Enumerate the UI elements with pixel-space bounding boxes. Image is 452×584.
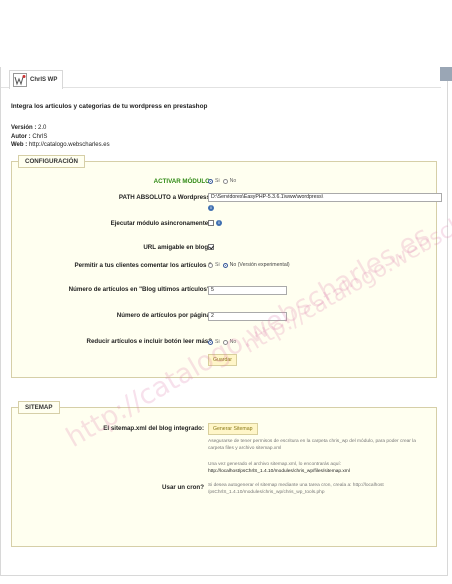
comments-yes-label: Si (215, 262, 220, 268)
comments-label: Permitir a tus clientes comentar los art… (74, 262, 212, 269)
info-icon[interactable]: i (216, 220, 222, 226)
config-fieldset: CONFIGURACIÓN ACTIVAR MÓDULO: Si No PATH… (11, 155, 442, 378)
info-icon[interactable]: i (208, 205, 214, 211)
sitemap-permissions-note: Asegurarse de tener permisos de escritur… (208, 439, 416, 451)
path-input[interactable]: D:\Servidores\EasyPHP-5.3.6.1\www\wordpr… (208, 193, 442, 202)
reducir-yes-radio[interactable] (208, 339, 213, 345)
reducir-no-label: No (229, 339, 237, 345)
config-legend: CONFIGURACIÓN (18, 155, 85, 168)
module-header-tab: ChrlS WP (9, 70, 63, 89)
reducir-no-radio[interactable] (222, 339, 228, 345)
async-label: Ejecutar módulo asincronamente? (110, 220, 212, 227)
sitemap-legend: SITEMAP (18, 401, 60, 414)
comments-no-radio[interactable] (222, 262, 228, 268)
module-header-bar (1, 67, 441, 88)
reducir-options: Si No (208, 339, 239, 345)
num-pagina-label: Número de artículos por página: (116, 312, 212, 319)
reducir-yes-label: Si (215, 339, 220, 345)
scrollbar-handle[interactable] (440, 67, 452, 81)
web-label: Web : (11, 142, 28, 148)
path-label: PATH ABSOLUTO a Wordpress: (118, 194, 212, 201)
activar-no-radio[interactable] (222, 178, 228, 184)
web-value: http://catalogo.webscharles.es (28, 142, 110, 148)
module-title: ChrlS WP (30, 77, 58, 83)
module-meta: Versión : 2.0 Autor : ChrlS Web : http:/… (11, 124, 110, 150)
version-value: 2.0 (38, 125, 47, 131)
url-options (208, 244, 214, 250)
comments-no-label: No (Versión experimental) (229, 262, 290, 268)
activar-yes-radio[interactable] (208, 178, 213, 184)
module-description: Integra los articulos y categorias de tu… (11, 103, 208, 110)
async-checkbox[interactable] (208, 220, 214, 226)
activar-options: Si No (208, 178, 239, 184)
cron-note: Si desea autogenerar el sitemap mediante… (208, 483, 384, 495)
reducir-label: Reducir artículos e incluir botón leer m… (86, 338, 213, 345)
comments-yes-radio[interactable] (208, 262, 213, 268)
num-ultimos-input[interactable]: 5 (208, 286, 287, 295)
activar-yes-label: Si (215, 178, 220, 184)
url-checkbox[interactable] (208, 244, 214, 250)
comments-options: Si No (Versión experimental) (208, 262, 293, 268)
module-panel: ChrlS WP Integra los articulos y categor… (0, 67, 452, 576)
activar-label: ACTIVAR MÓDULO: (153, 178, 212, 185)
version-label: Versión : (11, 125, 37, 131)
sitemap-location-note: Una vez generado el archivo sitemap.xml,… (208, 462, 430, 475)
author-label: Autor : (11, 133, 31, 140)
generate-sitemap-button[interactable]: Generar Sitemap (208, 423, 258, 435)
author-value: ChrlS (32, 133, 48, 140)
sitemap-location-link[interactable]: http://localhost/psChrlS_1.4.10/modules/… (208, 469, 350, 474)
activar-no-label: No (229, 178, 237, 184)
sitemap-fieldset: SITEMAP El sitemap.xml del blog integrad… (11, 401, 437, 547)
num-pagina-input[interactable]: 2 (208, 312, 287, 321)
async-options: i (208, 220, 222, 226)
wp-logo-icon (13, 73, 27, 87)
cron-label: Usar un cron? (162, 484, 204, 491)
save-button[interactable]: Guardar (208, 354, 238, 366)
url-label: URL amigable en blog? (143, 244, 212, 251)
num-ultimos-label: Número de artículos en "Blog ultimos art… (68, 286, 212, 293)
sitemap-label: El sitemap.xml del blog integrado: (103, 425, 204, 432)
